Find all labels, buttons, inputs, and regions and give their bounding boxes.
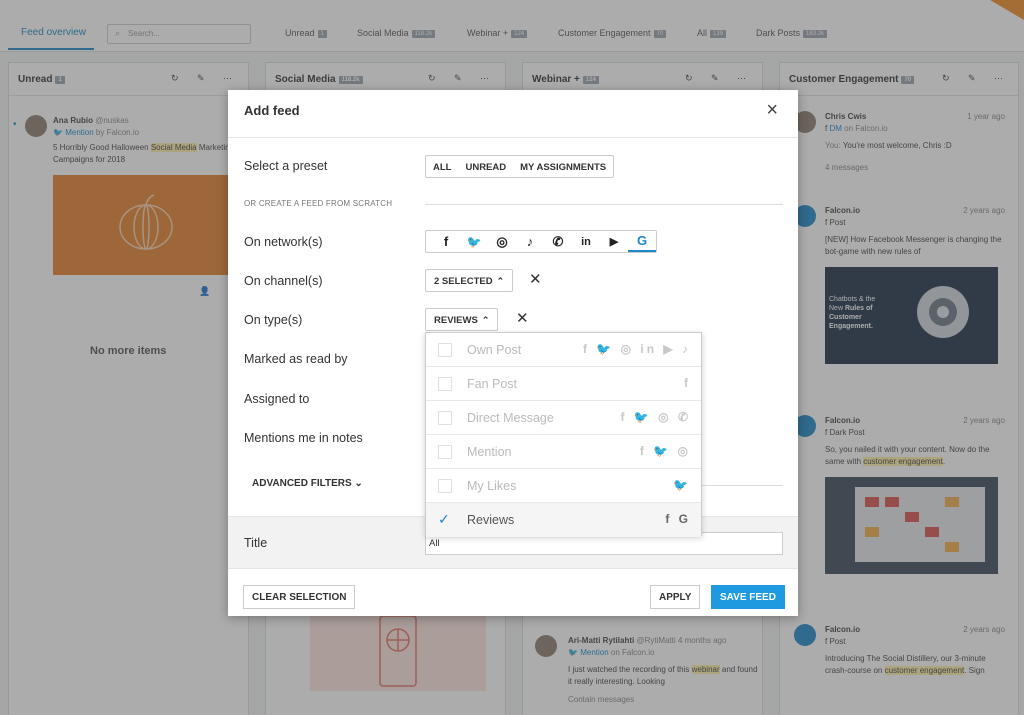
divider bbox=[228, 137, 798, 138]
type-option-label: Mention bbox=[467, 445, 512, 459]
type-option-my-likes[interactable]: My Likes 🐦 bbox=[426, 469, 701, 503]
clear-channels-icon[interactable]: ✕ bbox=[529, 270, 542, 288]
channels-label: On channel(s) bbox=[244, 274, 323, 288]
chevron-up-icon: ⌃ bbox=[496, 276, 505, 286]
chevron-down-icon: ⌄ bbox=[354, 478, 363, 489]
whatsapp-icon[interactable]: ✆ bbox=[544, 232, 572, 252]
marked-label: Marked as read by bbox=[244, 352, 348, 366]
chevron-up-icon: ⌃ bbox=[481, 315, 490, 325]
clear-types-icon[interactable]: ✕ bbox=[516, 309, 529, 327]
type-option-label: Own Post bbox=[467, 343, 522, 357]
google-icon[interactable]: G bbox=[628, 232, 656, 252]
type-option-direct-message[interactable]: Direct Message f 🐦 ◎ ✆ bbox=[426, 401, 701, 435]
dialog-title: Add feed bbox=[244, 103, 300, 118]
networks-label: On network(s) bbox=[244, 235, 323, 249]
preset-unread[interactable]: UNREAD bbox=[458, 156, 513, 177]
instagram-icon[interactable]: ◎ bbox=[488, 232, 516, 252]
clear-selection-button[interactable]: CLEAR SELECTION bbox=[243, 585, 356, 609]
tiktok-icon[interactable]: ♪ bbox=[516, 232, 544, 252]
type-option-fan-post[interactable]: Fan Post f bbox=[426, 367, 701, 401]
checkbox[interactable] bbox=[438, 445, 452, 459]
channels-dropdown[interactable]: 2 SELECTED ⌃ bbox=[425, 269, 514, 292]
network-icons: f 🐦 ◎ ✆ bbox=[620, 410, 691, 424]
facebook-icon[interactable]: f bbox=[432, 232, 460, 252]
type-option-own-post[interactable]: Own Post f 🐦 ◎ in ▶ ♪ bbox=[426, 333, 701, 367]
advanced-filters-toggle[interactable]: ADVANCED FILTERS ⌄ bbox=[252, 478, 363, 489]
preset-label: Select a preset bbox=[244, 159, 328, 173]
channels-value: 2 SELECTED bbox=[434, 276, 493, 287]
network-icons: f 🐦 ◎ in ▶ ♪ bbox=[583, 342, 691, 356]
types-dropdown[interactable]: REVIEWS ⌃ bbox=[425, 308, 499, 331]
divider bbox=[425, 204, 783, 205]
close-icon[interactable]: × bbox=[766, 99, 778, 122]
save-feed-button[interactable]: SAVE FEED bbox=[711, 585, 785, 609]
network-icons: f 🐦 ◎ bbox=[639, 444, 691, 458]
network-icons: 🐦 bbox=[673, 478, 691, 492]
types-label: On type(s) bbox=[244, 313, 303, 327]
assigned-label: Assigned to bbox=[244, 392, 310, 406]
section-heading: OR CREATE A FEED FROM SCRATCH bbox=[244, 199, 393, 208]
add-feed-dialog: Add feed × Select a preset ALL UNREAD MY… bbox=[228, 90, 798, 616]
type-option-label: My Likes bbox=[467, 479, 517, 493]
network-selector: f 🐦 ◎ ♪ ✆ in ▶ G bbox=[425, 230, 657, 253]
type-option-reviews[interactable]: ✓ Reviews f G bbox=[426, 503, 701, 537]
type-option-label: Reviews bbox=[467, 513, 515, 527]
type-option-label: Direct Message bbox=[467, 411, 554, 425]
type-option-mention[interactable]: Mention f 🐦 ◎ bbox=[426, 435, 701, 469]
network-icons: f G bbox=[665, 512, 691, 526]
preset-my-assignments[interactable]: MY ASSIGNMENTS bbox=[513, 156, 613, 177]
types-value: REVIEWS bbox=[434, 315, 478, 326]
network-icons: f bbox=[684, 376, 691, 390]
linkedin-icon[interactable]: in bbox=[572, 232, 600, 252]
checkmark-icon[interactable]: ✓ bbox=[438, 511, 452, 527]
title-label: Title bbox=[244, 536, 268, 550]
twitter-icon[interactable]: 🐦 bbox=[460, 232, 488, 252]
mentions-label: Mentions me in notes bbox=[244, 431, 363, 445]
divider bbox=[702, 485, 783, 486]
type-options-dropdown: Own Post f 🐦 ◎ in ▶ ♪ Fan Post f Direct … bbox=[425, 332, 702, 537]
advanced-filters-label: ADVANCED FILTERS bbox=[252, 478, 352, 489]
checkbox[interactable] bbox=[438, 377, 452, 391]
checkbox[interactable] bbox=[438, 343, 452, 357]
preset-selector: ALL UNREAD MY ASSIGNMENTS bbox=[425, 155, 615, 178]
checkbox[interactable] bbox=[438, 411, 452, 425]
apply-button[interactable]: APPLY bbox=[650, 585, 701, 609]
youtube-icon[interactable]: ▶ bbox=[600, 232, 628, 252]
preset-all[interactable]: ALL bbox=[426, 156, 458, 177]
checkbox[interactable] bbox=[438, 479, 452, 493]
type-option-label: Fan Post bbox=[467, 377, 518, 391]
